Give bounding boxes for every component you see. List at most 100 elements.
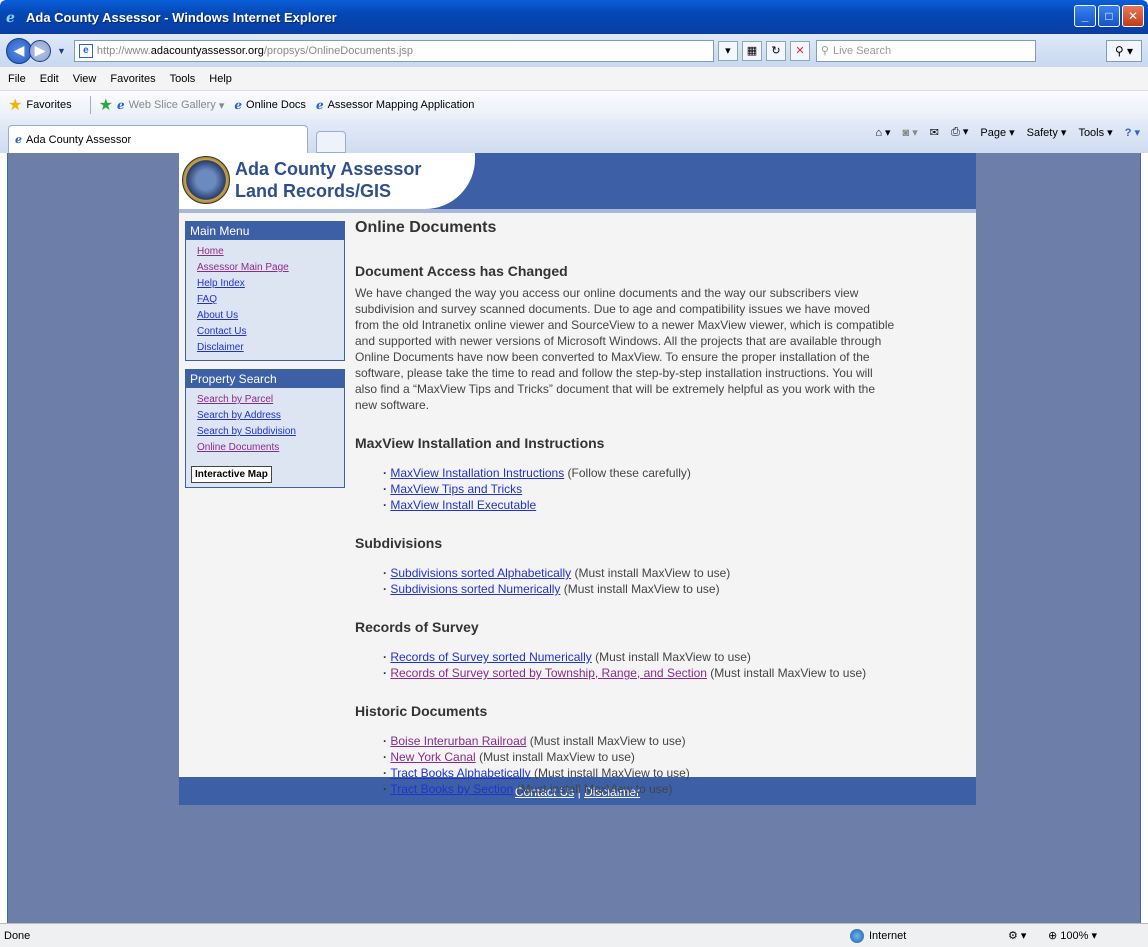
tools-label: Tools [1078,126,1105,139]
link-note: (Must install MaxView to use) [571,566,731,580]
print-icon[interactable]: ⎙ ▾ [951,125,968,139]
online-documents-link[interactable]: Online Documents [197,440,344,456]
ie-logo-icon: ℯ [6,9,15,25]
tab-ada-county-assessor[interactable]: ℯ Ada County Assessor [8,125,308,153]
maximize-button[interactable]: □ [1098,5,1120,27]
live-search-input[interactable]: ⚲ Live Search [815,39,1036,62]
stop-icon[interactable]: ✕ [789,40,810,61]
menu-favorites[interactable]: Favorites [110,73,155,85]
list-item: Subdivisions sorted Numerically (Must in… [383,581,895,597]
favorites-button[interactable]: ★ Favorites [8,95,72,115]
menu-bar: File Edit View Favorites Tools Help [0,67,1148,91]
boise-interurban-link[interactable]: Boise Interurban Railroad [390,734,526,748]
tract-books-alpha-link[interactable]: Tract Books Alphabetically [390,766,530,780]
search-by-subdivision[interactable]: Search by Subdivision [197,424,344,440]
menu-tools[interactable]: Tools [170,73,196,85]
search-by-address[interactable]: Search by Address [197,408,344,424]
main-menu-box: Main Menu Home Assessor Main Page Help I… [185,221,345,361]
nav-about-us[interactable]: About Us [197,308,344,324]
maxview-heading: MaxView Installation and Instructions [355,435,605,451]
star-icon: ★ [8,97,23,114]
tab-label: Ada County Assessor [26,133,132,146]
new-york-canal-link[interactable]: New York Canal [390,750,475,764]
nav-home[interactable]: Home [197,244,344,260]
property-search-box: Property Search Search by Parcel Search … [185,369,345,488]
list-item: Boise Interurban Railroad (Must install … [383,733,895,749]
title-bar: ℯ Ada County Assessor - Windows Internet… [0,0,1148,34]
page-body: Main Menu Home Assessor Main Page Help I… [179,213,976,796]
subdivisions-numeric-link[interactable]: Subdivisions sorted Numerically [390,582,560,596]
maxview-install-instructions-link[interactable]: MaxView Installation Instructions [390,466,564,480]
menu-help[interactable]: Help [209,73,232,85]
mail-icon[interactable]: ✉ [930,126,939,139]
maxview-tips-link[interactable]: MaxView Tips and Tricks [390,482,522,496]
fav-web-slice-gallery[interactable]: ℯ Web Slice Gallery ▾ [117,98,224,112]
nav-contact-us[interactable]: Contact Us [197,324,344,340]
refresh-icon[interactable]: ↻ [765,40,786,61]
list-item: MaxView Install Executable [383,497,895,513]
globe-icon [850,928,864,943]
protected-mode-icon[interactable]: ⚙ ▾ [1008,929,1026,942]
home-icon[interactable]: ⌂ ▾ [875,126,890,139]
site-subtitle: Land Records/GIS [235,181,392,201]
forward-button[interactable]: ▶ [29,39,51,62]
url-path: /propsys/OnlineDocuments.jsp [263,44,414,57]
menu-file[interactable]: File [8,73,26,85]
interactive-map-button[interactable]: Interactive Map [191,466,272,483]
close-button[interactable]: ✕ [1122,5,1144,27]
fav-online-docs[interactable]: ℯ Online Docs [234,98,306,112]
subdivisions-list: Subdivisions sorted Alphabetically (Must… [383,565,895,597]
link-note: (Must install MaxView to use) [526,734,686,748]
fav-label: Online Docs [246,99,306,111]
main-menu-title: Main Menu [186,222,344,240]
records-numeric-link[interactable]: Records of Survey sorted Numerically [390,650,591,664]
maxview-list: MaxView Installation Instructions (Follo… [383,465,895,513]
favorites-label: Favorites [26,99,72,111]
nav-faq[interactable]: FAQ [197,292,344,308]
fav-mapping-app[interactable]: ℯ Assessor Mapping Application [316,98,474,112]
maxview-executable-link[interactable]: MaxView Install Executable [390,498,536,512]
add-favorite-icon[interactable]: ★ [99,95,113,115]
property-search-title: Property Search [186,370,344,388]
tab-bar: ℯ Ada County Assessor ⌂ ▾ ◙ ▾ ✉ ⎙ ▾ Page … [0,119,1148,153]
sidebar: Main Menu Home Assessor Main Page Help I… [185,221,345,496]
site-container: Ada County Assessor Land Records/GIS Mai… [179,153,976,805]
feeds-icon[interactable]: ◙ ▾ [903,126,918,139]
window-title: Ada County Assessor - Windows Internet E… [26,9,337,25]
subdivisions-alpha-link[interactable]: Subdivisions sorted Alphabetically [390,566,571,580]
tools-menu[interactable]: Tools ▾ [1078,126,1112,139]
list-item: Tract Books by Section (Must install Max… [383,781,895,797]
new-tab-button[interactable] [316,131,346,153]
url-field[interactable]: e http://www. adacountyassessor.org/props… [73,39,714,62]
site-name: Ada County Assessor [235,159,422,179]
help-icon[interactable]: ? ▾ [1125,126,1140,139]
nav-assessor-main[interactable]: Assessor Main Page [197,260,344,276]
ie-page-icon: ℯ [234,98,243,112]
records-township-link[interactable]: Records of Survey sorted by Township, Ra… [390,666,707,680]
tract-books-section-link[interactable]: Tract Books by Section [390,782,513,796]
search-button[interactable]: ⚲ ▾ [1106,39,1142,62]
history-dropdown-icon[interactable]: ▼ [57,46,66,56]
url-prefix: http://www. [96,44,151,57]
link-note: (Must install MaxView to use) [560,582,720,596]
main-content: Online Documents Document Access has Cha… [355,219,895,797]
search-by-parcel[interactable]: Search by Parcel [197,392,344,408]
favorites-bar: ★ Favorites ★ ℯ Web Slice Gallery ▾ ℯ Onlin… [0,91,1148,119]
search-icon: ⚲ [820,45,829,57]
historic-heading: Historic Documents [355,703,488,719]
minimize-button[interactable]: _ [1074,5,1096,27]
security-zone[interactable]: Internet [850,928,906,943]
safety-label: Safety [1026,126,1058,139]
safety-menu[interactable]: Safety ▾ [1027,126,1067,139]
nav-help-index[interactable]: Help Index [197,276,344,292]
compatibility-icon[interactable]: ▦ [741,40,762,61]
menu-edit[interactable]: Edit [40,73,59,85]
ie-page-icon: ℯ [315,98,324,112]
page-menu[interactable]: Page ▾ [980,126,1014,139]
nav-disclaimer[interactable]: Disclaimer [197,340,344,356]
link-note: (Must install MaxView to use) [513,782,673,796]
menu-view[interactable]: View [73,73,97,85]
search-placeholder: Live Search [832,44,892,57]
zoom-control[interactable]: ⊕ 100% ▾ [1048,929,1097,942]
url-dropdown-button[interactable]: ▾ [717,40,738,61]
